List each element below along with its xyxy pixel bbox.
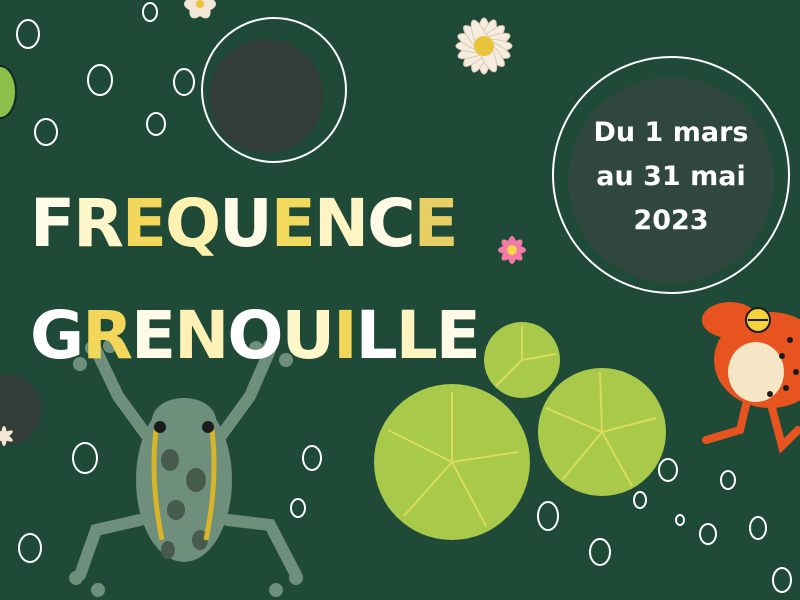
title-line-1: FREQUENCE <box>30 168 500 280</box>
title-letter: G <box>30 297 84 374</box>
title-letter: L <box>395 297 438 374</box>
title-letter: L <box>355 297 398 374</box>
title-letter: E <box>413 185 459 262</box>
title-letter: Q <box>165 185 221 262</box>
pink-flower <box>498 236 526 264</box>
title-letter: E <box>121 185 167 262</box>
date-line-3: 2023 <box>633 205 709 236</box>
top-flower <box>184 0 216 19</box>
title-line-2: GRENOUILLE <box>30 280 500 392</box>
title-letter: E <box>435 297 481 374</box>
title-letter: E <box>270 185 316 262</box>
title-letter: N <box>313 185 369 262</box>
title-letter: E <box>131 297 176 374</box>
date-badge: Du 1 mars au 31 mai 2023 <box>551 82 791 272</box>
title-letter: U <box>281 297 335 374</box>
title-letter: F <box>30 185 75 262</box>
orange-frog <box>702 302 800 454</box>
title-letter: N <box>174 297 229 374</box>
title-letter: C <box>367 185 415 262</box>
title-letter: I <box>333 297 358 374</box>
date-line-1: Du 1 mars <box>593 117 749 148</box>
title-letter: R <box>82 297 133 374</box>
poster-title: FREQUENCE GRENOUILLE <box>30 168 500 392</box>
leaf-edge <box>0 65 17 119</box>
title-letter: R <box>73 185 124 262</box>
white-flower <box>455 17 513 75</box>
dark-circle <box>209 39 323 153</box>
poster: FREQUENCE GRENOUILLE Du 1 mars au 31 mai… <box>0 0 800 600</box>
title-letter: O <box>227 297 283 374</box>
date-line-2: au 31 mai <box>596 161 746 192</box>
title-letter: U <box>219 185 273 262</box>
